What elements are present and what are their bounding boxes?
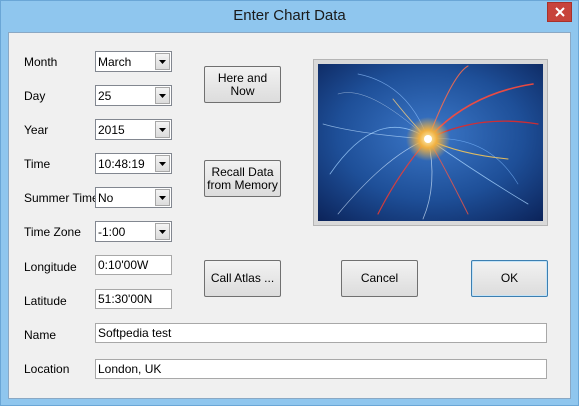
year-label: Year [24, 123, 49, 137]
dialog-window: Enter Chart Data Month Day Year Time Sum… [0, 0, 579, 406]
title-bar[interactable]: Enter Chart Data [1, 1, 578, 32]
year-select[interactable]: 2015 [95, 119, 172, 140]
month-dropdown-button[interactable] [155, 53, 170, 70]
time-dropdown-button[interactable] [155, 155, 170, 172]
year-dropdown-button[interactable] [155, 121, 170, 138]
here-and-now-button[interactable]: Here and Now [204, 66, 281, 103]
day-dropdown-button[interactable] [155, 87, 170, 104]
time-value: 10:48:19 [98, 156, 145, 171]
chevron-down-icon [159, 229, 166, 234]
close-icon [554, 7, 565, 17]
summer-time-label: Summer Time [24, 191, 99, 205]
year-value: 2015 [98, 122, 125, 137]
name-label: Name [24, 328, 57, 342]
time-zone-value: -1:00 [98, 224, 126, 239]
month-value: March [98, 54, 132, 69]
day-select[interactable]: 25 [95, 85, 172, 106]
time-label: Time [24, 157, 51, 171]
window-title: Enter Chart Data [233, 7, 346, 24]
close-button[interactable] [547, 2, 572, 22]
summer-time-value: No [98, 190, 114, 205]
fractal-burst-image [318, 64, 543, 221]
location-label: Location [24, 362, 70, 376]
time-zone-label: Time Zone [24, 225, 81, 239]
chart-image-frame [313, 59, 548, 226]
longitude-input[interactable]: 0:10'00W [95, 255, 172, 275]
month-label: Month [24, 55, 58, 69]
call-atlas-button[interactable]: Call Atlas ... [204, 260, 281, 297]
latitude-input[interactable]: 51:30'00N [95, 289, 172, 309]
day-label: Day [24, 89, 46, 103]
name-input[interactable]: Softpedia test [95, 323, 547, 343]
chevron-down-icon [159, 93, 166, 98]
dialog-body: Month Day Year Time Summer Time Time Zon… [8, 32, 571, 399]
summer-time-select[interactable]: No [95, 187, 172, 208]
cancel-button[interactable]: Cancel [341, 260, 418, 297]
month-select[interactable]: March [95, 51, 172, 72]
chevron-down-icon [159, 127, 166, 132]
chevron-down-icon [159, 161, 166, 166]
time-select[interactable]: 10:48:19 [95, 153, 172, 174]
time-zone-select[interactable]: -1:00 [95, 221, 172, 242]
time-zone-dropdown-button[interactable] [155, 223, 170, 240]
ok-button[interactable]: OK [471, 260, 548, 297]
summer-time-dropdown-button[interactable] [155, 189, 170, 206]
chevron-down-icon [159, 59, 166, 64]
day-value: 25 [98, 88, 112, 103]
location-input[interactable]: London, UK [95, 359, 547, 379]
recall-data-button[interactable]: Recall Data from Memory [204, 160, 281, 197]
latitude-label: Latitude [24, 294, 67, 308]
chevron-down-icon [159, 195, 166, 200]
longitude-label: Longitude [24, 260, 77, 274]
